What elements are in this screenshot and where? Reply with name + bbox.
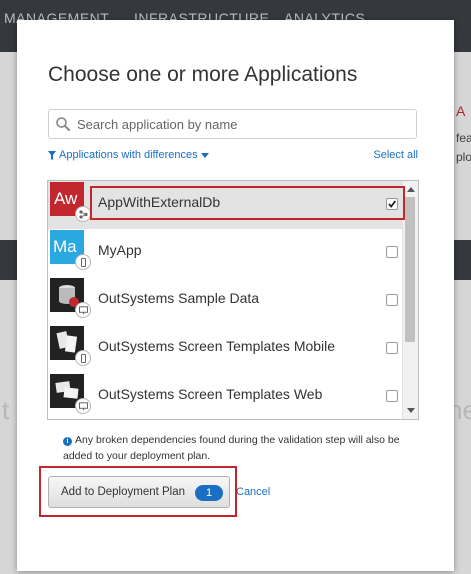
app-name: OutSystems Screen Templates Web (98, 386, 323, 402)
app-row-appwithexternaldb[interactable]: Aw AppWithExternalDb (48, 181, 402, 229)
app-row-outsystems-sample-data[interactable]: OutSystems Sample Data (48, 277, 402, 325)
app-checkbox-checked[interactable] (386, 198, 398, 210)
select-all-link[interactable]: Select all (373, 149, 418, 161)
scrollbar-thumb[interactable] (405, 197, 415, 342)
cancel-link[interactable]: Cancel (236, 486, 270, 498)
caret-down-icon (200, 152, 209, 158)
app-checkbox[interactable] (386, 246, 398, 258)
app-row-outsystems-screen-templates-mobile[interactable]: OutSystems Screen Templates Mobile (48, 325, 402, 373)
scroll-up-arrow-icon[interactable] (406, 185, 416, 193)
differences-filter-dropdown[interactable]: Applications with differences (48, 149, 209, 161)
app-name: MyApp (98, 242, 142, 258)
app-checkbox[interactable] (386, 342, 398, 354)
selected-count-badge: 1 (195, 485, 223, 501)
app-logo-text: Ma (53, 237, 77, 256)
filter-label: Applications with differences (59, 149, 198, 161)
app-name: OutSystems Screen Templates Mobile (98, 338, 336, 354)
mobile-badge (75, 350, 91, 366)
web-badge (75, 302, 91, 318)
mobile-badge (75, 254, 91, 270)
app-logo-text: Aw (54, 189, 78, 208)
app-row-myapp[interactable]: Ma MyApp (48, 229, 402, 277)
scroll-down-arrow-icon[interactable] (406, 407, 416, 415)
integration-badge (75, 206, 91, 222)
monitor-icon (79, 306, 88, 315)
mobile-icon (81, 354, 86, 363)
app-name: OutSystems Sample Data (98, 290, 260, 306)
dependencies-info: i Any broken dependencies found during th… (63, 432, 423, 464)
dialog-title: Choose one or more Applications (48, 63, 358, 86)
list-scrollbar[interactable] (402, 181, 418, 419)
search-icon (56, 117, 70, 131)
choose-applications-dialog: Choose one or more Applications Applicat… (17, 20, 454, 571)
monitor-icon (79, 402, 88, 411)
search-box (48, 109, 417, 139)
app-name: AppWithExternalDb (98, 194, 221, 210)
app-row-outsystems-screen-templates-web[interactable]: OutSystems Screen Templates Web (48, 373, 402, 419)
app-checkbox[interactable] (386, 294, 398, 306)
search-input[interactable] (77, 114, 407, 134)
mobile-icon (81, 258, 86, 267)
checkmark-icon (388, 200, 397, 208)
info-text: Any broken dependencies found during the… (63, 434, 400, 462)
applications-list: Aw AppWithExternalDb Ma MyApp OutSystems… (47, 180, 419, 420)
integration-icon (79, 210, 88, 219)
funnel-icon (48, 150, 56, 160)
web-badge (75, 398, 91, 414)
add-button-label: Add to Deployment Plan (61, 486, 186, 498)
info-icon: i (63, 437, 72, 446)
app-checkbox[interactable] (386, 390, 398, 402)
add-to-deployment-plan-button[interactable]: Add to Deployment Plan 1 (48, 476, 230, 508)
